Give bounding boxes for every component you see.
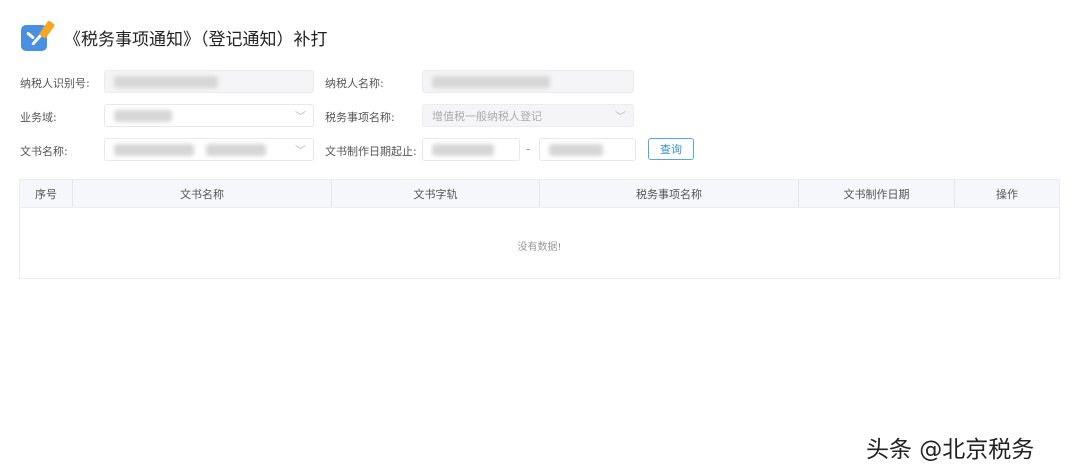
redacted-value [432, 75, 550, 88]
chevron-down-icon: ﹀ [615, 110, 626, 123]
task-check-icon [20, 20, 56, 53]
redacted-value [114, 75, 218, 88]
column-header-tax-item: 税务事项名称 [540, 180, 799, 207]
taxpayer-id-field [104, 70, 314, 93]
redacted-value [432, 143, 494, 156]
chevron-down-icon: ﹀ [295, 110, 306, 123]
doc-name-select[interactable]: ﹀ [104, 138, 314, 161]
table-header: 序号 文书名称 文书字轨 税务事项名称 文书制作日期 操作 [20, 180, 1059, 208]
column-header-doc-date: 文书制作日期 [799, 180, 955, 207]
column-header-doc-name: 文书名称 [73, 180, 332, 207]
column-header-doc-ref: 文书字轨 [332, 180, 540, 207]
taxpayer-name-field [422, 70, 634, 93]
page-header: 《税务事项通知》（登记通知）补打 [20, 20, 328, 54]
redacted-value [549, 143, 603, 156]
end-date-input[interactable] [539, 138, 636, 161]
column-header-index: 序号 [20, 180, 73, 207]
doc-name-label: 文书名称: [20, 145, 68, 158]
doc-date-range-label: 文书制作日期起止: [325, 145, 417, 158]
column-header-actions: 操作 [996, 187, 1018, 201]
redacted-value [206, 143, 266, 156]
tax-item-name-label: 税务事项名称: [325, 111, 395, 124]
redacted-value [114, 109, 172, 122]
results-table: 序号 文书名称 文书字轨 税务事项名称 文书制作日期 操作 没有数据! [19, 179, 1060, 279]
empty-state-text: 没有数据! [517, 242, 562, 253]
redacted-value [114, 143, 194, 156]
taxpayer-name-label: 纳税人名称: [325, 77, 384, 90]
business-domain-label: 业务域: [20, 111, 57, 124]
business-domain-select[interactable]: ﹀ [104, 104, 314, 127]
date-separator: - [526, 142, 531, 156]
page-title: 《税务事项通知》（登记通知）补打 [64, 29, 328, 50]
tax-item-name-select: 增值税一般纳税人登记 ﹀ [422, 104, 634, 127]
start-date-input[interactable] [422, 138, 520, 161]
query-button[interactable]: 查询 [648, 138, 694, 160]
watermark: 头条 @北京税务 [866, 437, 1035, 463]
tax-item-name-value: 增值税一般纳税人登记 [432, 109, 542, 123]
chevron-down-icon: ﹀ [295, 144, 306, 157]
taxpayer-id-label: 纳税人识别号: [20, 77, 90, 90]
